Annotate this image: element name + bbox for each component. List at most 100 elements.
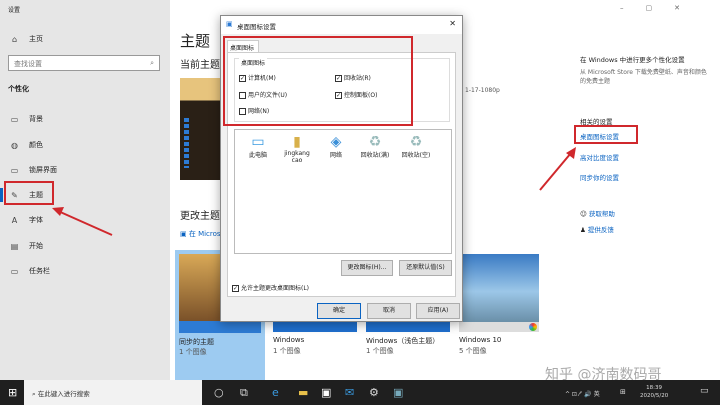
sidebar-item-start[interactable]: ▤ 开始 bbox=[10, 241, 43, 251]
highlight-box bbox=[223, 36, 413, 126]
computer-icon: ▭ bbox=[251, 134, 265, 150]
cortana-icon[interactable]: ○ bbox=[214, 386, 224, 399]
sidebar-item-taskbar[interactable]: ▭ 任务栏 bbox=[10, 266, 50, 276]
help-icon: ☺ bbox=[580, 210, 589, 218]
current-theme-label: 当前主题 bbox=[180, 60, 220, 71]
sidebar-item-font[interactable]: A 字体 bbox=[10, 215, 43, 225]
checkbox-checked: ✓ bbox=[232, 285, 239, 292]
sidebar-item-lockscreen[interactable]: ▭ 锁屏界面 bbox=[10, 165, 57, 175]
selected-indicator bbox=[0, 188, 3, 202]
icon-network[interactable]: ◈ 网络 bbox=[318, 134, 354, 159]
preview-taskbar bbox=[184, 118, 189, 168]
recycle-bin-full-icon: ♻ bbox=[368, 134, 382, 150]
dialog-close-button[interactable]: ✕ bbox=[449, 19, 456, 28]
clock-time: 18:39 bbox=[646, 385, 663, 391]
section-title: 个性化 bbox=[8, 85, 29, 93]
icon-label: jingkang cao bbox=[284, 150, 310, 164]
feedback-link[interactable]: ♟ 提供反馈 bbox=[580, 224, 614, 234]
system-tray[interactable]: ^ ⊡ ⁄ᐟ 🔊 英 bbox=[565, 389, 600, 398]
dialog-title: 桌面图标设置 bbox=[237, 23, 276, 31]
restore-default-button[interactable]: 还原默认值(S) bbox=[399, 260, 452, 276]
item-label: 任务栏 bbox=[29, 267, 50, 275]
icon-list: ▭ 此电脑 ▮ jingkang cao ◈ 网络 ♻ 回收站(满) ♻ 回收站(空) bbox=[234, 129, 452, 254]
color-wheel-icon bbox=[529, 323, 537, 331]
maximize-button[interactable]: ▢ bbox=[646, 4, 653, 12]
palette-icon: ◍ bbox=[11, 140, 18, 150]
item-label: 字体 bbox=[29, 216, 43, 224]
edge-icon[interactable]: e bbox=[272, 386, 279, 399]
search-placeholder: 查找设置 bbox=[14, 60, 42, 68]
item-label: 背景 bbox=[29, 115, 43, 123]
input-method-icon[interactable]: ⊞ bbox=[620, 388, 626, 396]
page-title: 主题 bbox=[180, 32, 211, 50]
cancel-button[interactable]: 取消 bbox=[367, 303, 411, 319]
icon-recycle-full[interactable]: ♻ 回收站(满) bbox=[357, 134, 393, 159]
icon-label: 网络 bbox=[329, 152, 342, 159]
icon-label: 此电脑 bbox=[248, 152, 267, 159]
windows-start-icon[interactable]: ⊞ bbox=[8, 386, 17, 399]
theme-color-bar bbox=[179, 321, 261, 333]
more-desc: 从 Microsoft Store 下载免费壁纸、声音和颜色的免费主题 bbox=[580, 69, 707, 85]
font-icon: A bbox=[11, 215, 18, 225]
theme-windows10[interactable]: Windows 10 5 个图像 bbox=[459, 250, 539, 355]
theme-name: Windows 10 bbox=[459, 336, 502, 344]
sidebar-item-background[interactable]: ▭ 背景 bbox=[10, 114, 43, 124]
theme-count: 1 个图像 bbox=[273, 347, 301, 355]
icon-recycle-empty[interactable]: ♻ 回收站(空) bbox=[396, 134, 436, 159]
task-view-icon[interactable]: ⧉ bbox=[240, 386, 248, 400]
clock-date: 2020/5/20 bbox=[640, 393, 669, 399]
highlight-box bbox=[4, 181, 54, 205]
highlight-box bbox=[574, 125, 638, 144]
theme-count: 5 个图像 bbox=[459, 347, 487, 355]
notification-icon[interactable]: ▭ bbox=[700, 386, 709, 396]
icon-label: 回收站(空) bbox=[401, 152, 431, 159]
home-label: 主页 bbox=[29, 35, 43, 43]
file-explorer-icon[interactable]: ▬ bbox=[298, 386, 308, 399]
high-contrast-link[interactable]: 高对比度设置 bbox=[580, 152, 619, 162]
close-button[interactable]: ✕ bbox=[674, 4, 680, 12]
user-folder-icon: ▮ bbox=[293, 134, 301, 150]
mail-icon[interactable]: ✉ bbox=[345, 386, 354, 399]
minimize-button[interactable]: – bbox=[620, 4, 624, 12]
theme-thumbnail bbox=[459, 254, 539, 322]
theme-count: 1 个图像 bbox=[366, 347, 394, 355]
red-arrow bbox=[52, 207, 113, 236]
window-title: 设置 bbox=[8, 7, 21, 14]
search-input[interactable]: 查找设置 ⌕ bbox=[8, 55, 160, 71]
sidebar-item-color[interactable]: ◍ 颜色 bbox=[10, 140, 43, 150]
sync-settings-link[interactable]: 同步你的设置 bbox=[580, 172, 619, 182]
clock[interactable]: 18:39 2020/5/20 bbox=[640, 384, 668, 400]
theme-count: 1 个图像 bbox=[179, 348, 207, 356]
network-icon: ◈ bbox=[330, 134, 342, 150]
apply-button[interactable]: 应用(A) bbox=[416, 303, 460, 319]
desktop-icon-app-icon[interactable]: ▣ bbox=[393, 386, 403, 399]
taskbar-search-input[interactable]: ⌕ 在此键入进行搜索 bbox=[24, 380, 202, 405]
taskbar-icon: ▭ bbox=[10, 266, 19, 276]
lock-screen-icon: ▭ bbox=[10, 165, 19, 175]
item-label: 颜色 bbox=[29, 141, 43, 149]
sidebar-home[interactable]: ⌂ 主页 bbox=[10, 34, 43, 44]
ok-button[interactable]: 确定 bbox=[317, 303, 361, 319]
settings-gear-icon[interactable]: ⚙ bbox=[369, 386, 379, 399]
wallpaper-name: 1-17-1080p bbox=[465, 87, 500, 94]
item-label: 锁屏界面 bbox=[29, 166, 57, 174]
home-icon: ⌂ bbox=[11, 34, 18, 44]
change-theme-heading: 更改主题 bbox=[180, 211, 220, 222]
icon-this-pc[interactable]: ▭ 此电脑 bbox=[240, 134, 276, 159]
get-help-link[interactable]: ☺ 获取帮助 bbox=[580, 208, 615, 218]
feedback-text: 提供反馈 bbox=[587, 226, 614, 234]
store-icon[interactable]: ▣ bbox=[321, 386, 331, 399]
store-icon: ▣ bbox=[180, 230, 189, 238]
dialog-titlebar: ▣ 桌面图标设置 ✕ bbox=[221, 16, 462, 34]
help-text: 获取帮助 bbox=[588, 210, 615, 218]
start-icon: ▤ bbox=[10, 241, 19, 251]
allow-theme-change-checkbox[interactable]: ✓ 允许主题更改桌面图标(L) bbox=[232, 283, 309, 292]
icon-label: 回收站(满) bbox=[360, 152, 390, 159]
dialog-app-icon: ▣ bbox=[226, 20, 233, 28]
icon-user[interactable]: ▮ jingkang cao bbox=[279, 134, 315, 164]
change-icon-button[interactable]: 更改图标(H)... bbox=[341, 260, 393, 276]
theme-name: Windows（浅色主题） bbox=[366, 337, 440, 345]
search-icon: ⌕ bbox=[150, 59, 154, 67]
desktop-icon-settings-dialog: ▣ 桌面图标设置 ✕ 桌面图标 桌面图标 ✓ 计算机(M) ✓ 回收站(R) 用户的… bbox=[220, 15, 463, 322]
recycle-bin-empty-icon: ♻ bbox=[409, 134, 423, 150]
